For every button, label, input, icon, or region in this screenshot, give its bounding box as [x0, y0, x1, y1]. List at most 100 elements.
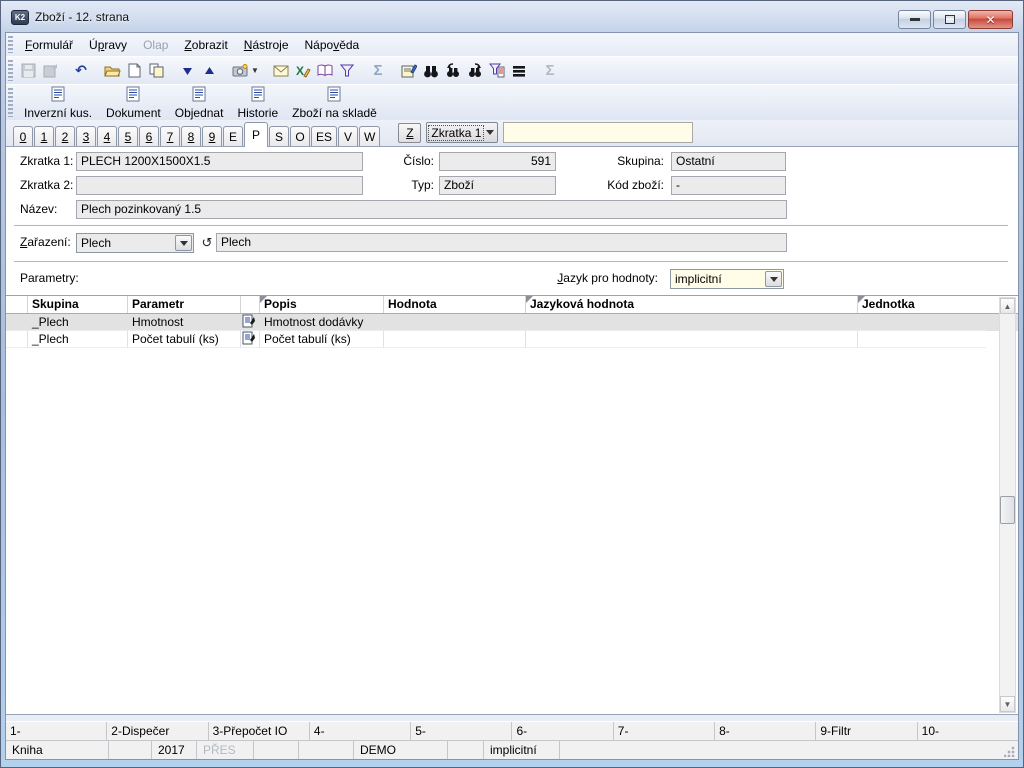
fn-2-dispecer[interactable]: 2-Dispečer: [107, 722, 208, 740]
skupina-field[interactable]: Ostatní: [671, 152, 786, 171]
close-button[interactable]: ✕: [968, 10, 1013, 29]
list-lines-icon[interactable]: [508, 61, 530, 81]
kod-zbozi-field[interactable]: -: [671, 176, 786, 195]
cislo-field[interactable]: 591: [439, 152, 556, 171]
scroll-down-icon[interactable]: ▼: [1000, 696, 1015, 712]
tab-es[interactable]: ES: [311, 126, 337, 146]
tab-v[interactable]: V: [338, 126, 358, 146]
fn-9-filtr[interactable]: 9-Filtr: [816, 722, 917, 740]
tab-4[interactable]: 4: [97, 126, 117, 146]
header-skupina[interactable]: Skupina: [28, 296, 128, 313]
move-down-icon[interactable]: [176, 61, 198, 81]
tab-s[interactable]: S: [269, 126, 289, 146]
note-pencil-icon[interactable]: [241, 331, 260, 348]
tab-w[interactable]: W: [359, 126, 380, 146]
save-icon[interactable]: [17, 61, 39, 81]
historie-button[interactable]: Historie: [230, 85, 285, 121]
tab-3[interactable]: 3: [76, 126, 96, 146]
tab-p-active[interactable]: P: [244, 122, 268, 147]
open-folder-icon[interactable]: [101, 61, 123, 81]
minimize-button[interactable]: [898, 10, 931, 29]
copy-icon[interactable]: [145, 61, 167, 81]
tab-5[interactable]: 5: [118, 126, 138, 146]
find-next-icon[interactable]: [464, 61, 486, 81]
resize-grip[interactable]: [1004, 745, 1016, 757]
tab-8[interactable]: 8: [181, 126, 201, 146]
filter-document-icon[interactable]: [486, 61, 508, 81]
fn-6[interactable]: 6-: [512, 722, 613, 740]
tab-0[interactable]: 0: [13, 126, 33, 146]
fn-3-prepocet-io[interactable]: 3-Přepočet IO: [209, 722, 310, 740]
header-hodnota[interactable]: Hodnota: [384, 296, 526, 313]
note-pencil-icon[interactable]: [241, 314, 260, 331]
snapshot-camera-icon[interactable]: [229, 61, 251, 81]
new-document-icon[interactable]: [123, 61, 145, 81]
sum-records-icon[interactable]: Σ: [539, 61, 561, 81]
z-button[interactable]: Z: [398, 123, 421, 143]
cell-jazykova-hodnota[interactable]: [526, 331, 858, 348]
cell-jazykova-hodnota[interactable]: [526, 314, 858, 331]
combo-button[interactable]: [765, 271, 782, 287]
objednat-button[interactable]: Objednat: [168, 85, 231, 121]
menu-zobrazit[interactable]: Zobrazit: [176, 35, 235, 55]
move-up-icon[interactable]: [198, 61, 220, 81]
scrollbar-thumb[interactable]: [1000, 496, 1015, 524]
search-field-selector[interactable]: Zkratka 1: [426, 122, 498, 143]
fn-7[interactable]: 7-: [614, 722, 715, 740]
fn-5[interactable]: 5-: [411, 722, 512, 740]
maximize-button[interactable]: [933, 10, 966, 29]
scroll-up-icon[interactable]: ▲: [1000, 298, 1015, 314]
fn-1[interactable]: 1-: [6, 722, 107, 740]
save-as-icon[interactable]: [39, 61, 61, 81]
tab-9[interactable]: 9: [202, 126, 222, 146]
quick-search-input[interactable]: [503, 122, 693, 143]
menu-nastroje[interactable]: Nástroje: [236, 35, 297, 55]
menu-formular[interactable]: Formulář: [17, 35, 81, 55]
typ-field[interactable]: Zboží: [439, 176, 556, 195]
tab-6[interactable]: 6: [139, 126, 159, 146]
zarazeni-path-field[interactable]: Plech: [216, 233, 787, 252]
filter-funnel-icon[interactable]: [336, 61, 358, 81]
jazyk-combo[interactable]: implicitní: [670, 269, 784, 289]
toolbar-grip[interactable]: [8, 60, 13, 81]
tab-o[interactable]: O: [290, 126, 310, 146]
toolbar-grip[interactable]: [8, 88, 13, 117]
sum-sigma-icon[interactable]: Σ: [367, 61, 389, 81]
fn-4[interactable]: 4-: [310, 722, 411, 740]
header-jazykova-hodnota[interactable]: Jazyková hodnota: [526, 296, 858, 313]
fn-10[interactable]: 10-: [918, 722, 1018, 740]
zkratka2-field[interactable]: [76, 176, 363, 195]
find-previous-icon[interactable]: [442, 61, 464, 81]
vertical-scrollbar[interactable]: ▲ ▼: [999, 297, 1016, 713]
tab-1[interactable]: 1: [34, 126, 54, 146]
book-icon[interactable]: [314, 61, 336, 81]
fn-8[interactable]: 8-: [715, 722, 816, 740]
snapshot-dropdown-icon[interactable]: ▼: [251, 66, 261, 75]
dokument-button[interactable]: Dokument: [99, 85, 168, 121]
header-parametr[interactable]: Parametr: [128, 296, 241, 313]
cell-hodnota[interactable]: [384, 331, 526, 348]
revert-icon[interactable]: ↺: [199, 233, 215, 252]
tab-2[interactable]: 2: [55, 126, 75, 146]
menu-upravy[interactable]: Úpravy: [81, 35, 135, 55]
export-excel-icon[interactable]: X: [292, 61, 314, 81]
combo-button[interactable]: [175, 235, 192, 251]
nazev-field[interactable]: Plech pozinkovaný 1.5: [76, 200, 787, 219]
find-binoculars-icon[interactable]: [420, 61, 442, 81]
zarazeni-combo[interactable]: Plech: [76, 233, 194, 253]
send-mail-icon[interactable]: [270, 61, 292, 81]
zkratka1-field[interactable]: PLECH 1200X1500X1.5: [76, 152, 363, 171]
menu-napoveda[interactable]: Nápověda: [297, 35, 368, 55]
cell-hodnota[interactable]: [384, 314, 526, 331]
edit-document-icon[interactable]: [398, 61, 420, 81]
toolbar-grip[interactable]: [8, 36, 13, 53]
inverzni-kus-button[interactable]: Inverzní kus.: [17, 85, 99, 121]
table-row[interactable]: _Plech Hmotnost Hmotnost dodávky: [6, 314, 1018, 331]
header-jednotka[interactable]: Jednotka: [858, 296, 986, 313]
tab-e[interactable]: E: [223, 126, 243, 146]
tab-7[interactable]: 7: [160, 126, 180, 146]
header-popis[interactable]: Popis: [260, 296, 384, 313]
zbozi-na-sklade-button[interactable]: Zboží na skladě: [285, 85, 384, 121]
table-row[interactable]: _Plech Počet tabulí (ks) Počet tabulí (k…: [6, 331, 1018, 348]
undo-icon[interactable]: ↶: [70, 61, 92, 81]
